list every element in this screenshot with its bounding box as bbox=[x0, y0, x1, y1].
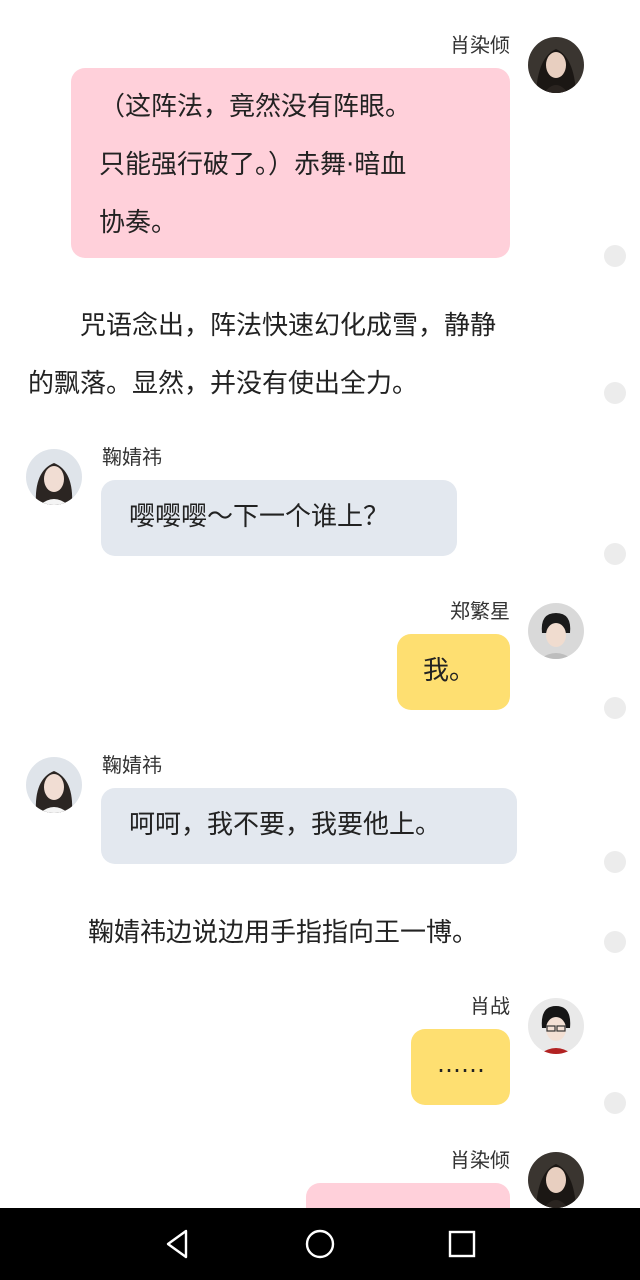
avatar[interactable] bbox=[26, 449, 82, 505]
sender-name: 郑繁星 bbox=[450, 599, 510, 623]
message-bubble[interactable]: 嘤嘤嘤～下一个谁上？ bbox=[101, 480, 457, 556]
narration-text: 鞠婧祎边说边用手指指向王一博。 bbox=[88, 904, 478, 962]
message-line: （这阵法，竟然没有阵眼。 bbox=[99, 92, 412, 122]
sender-name: 肖染倾 bbox=[450, 1148, 510, 1172]
message-text: 呵呵，我不要，我要他上。 bbox=[129, 810, 442, 840]
narration-line: 鞠婧祎边说边用手指指向王一博。 bbox=[88, 918, 479, 948]
avatar[interactable] bbox=[528, 998, 584, 1054]
back-triangle-icon[interactable] bbox=[160, 1226, 196, 1262]
message-bubble[interactable]: …… bbox=[411, 1029, 510, 1105]
avatar[interactable] bbox=[528, 1152, 584, 1208]
message-bubble[interactable] bbox=[306, 1183, 510, 1208]
scroll-dot[interactable] bbox=[604, 931, 626, 953]
message-line: 协奏。 bbox=[99, 208, 178, 238]
sender-name: 肖染倾 bbox=[450, 33, 510, 57]
system-navigation-bar bbox=[0, 1208, 640, 1280]
message-text: 我。 bbox=[423, 656, 476, 686]
sender-name: 鞠婧祎 bbox=[102, 445, 162, 469]
narration-line: 的飘落。显然，并没有使出全力。 bbox=[28, 369, 419, 399]
narration-line: 咒语念出，阵法快速幻化成雪，静静 bbox=[28, 311, 497, 341]
message-bubble[interactable]: 呵呵，我不要，我要他上。 bbox=[101, 788, 517, 864]
avatar[interactable] bbox=[26, 757, 82, 813]
message-text: 嘤嘤嘤～下一个谁上？ bbox=[129, 502, 390, 532]
sender-name: 鞠婧祎 bbox=[102, 753, 162, 777]
scroll-dot[interactable] bbox=[604, 245, 626, 267]
scroll-dot[interactable] bbox=[604, 851, 626, 873]
message-text: …… bbox=[437, 1050, 485, 1078]
scroll-dot[interactable] bbox=[604, 543, 626, 565]
message-bubble[interactable]: （这阵法，竟然没有阵眼。 只能强行破了。）赤舞·暗血 协奏。 bbox=[71, 68, 510, 258]
narration-text: 咒语念出，阵法快速幻化成雪，静静 的飘落。显然，并没有使出全力。 bbox=[28, 297, 588, 413]
home-circle-icon[interactable] bbox=[302, 1226, 338, 1262]
recents-square-icon[interactable] bbox=[444, 1226, 480, 1262]
message-bubble[interactable]: 我。 bbox=[397, 634, 510, 710]
sender-name: 肖战 bbox=[470, 994, 510, 1018]
scroll-dot[interactable] bbox=[604, 1092, 626, 1114]
message-line: 只能强行破了。）赤舞·暗血 bbox=[99, 150, 407, 180]
avatar[interactable] bbox=[528, 603, 584, 659]
scroll-dot[interactable] bbox=[604, 382, 626, 404]
avatar[interactable] bbox=[528, 37, 584, 93]
scroll-dot[interactable] bbox=[604, 697, 626, 719]
chat-thread[interactable]: 肖染倾 （这阵法，竟然没有阵眼。 只能强行破了。）赤舞·暗血 协奏。 咒语念出，… bbox=[0, 0, 640, 1208]
